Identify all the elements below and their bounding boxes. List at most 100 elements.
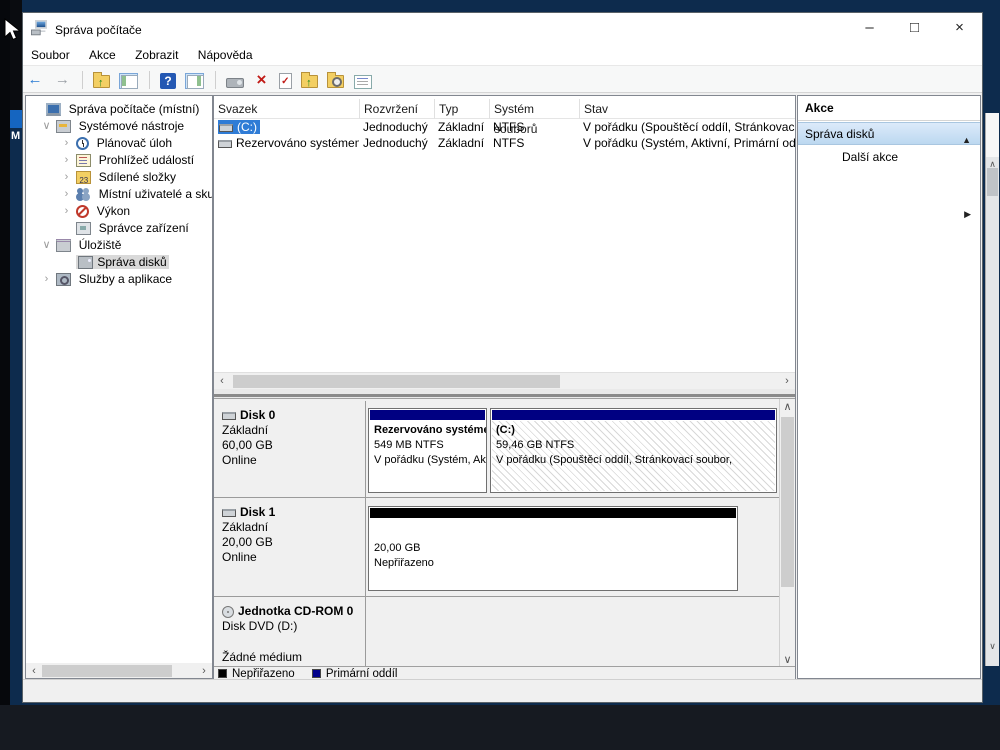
chevron-right-icon[interactable]: › xyxy=(60,169,73,186)
tree-item-disk-management[interactable]: Správa disků xyxy=(26,254,212,271)
splitter-handle xyxy=(214,394,795,397)
taskbar: e ›_ ∧ 20:36 20.03.2020 1 xyxy=(0,705,1000,750)
partition-system-reserved[interactable]: Rezervováno systémem 549 MB NTFS V pořád… xyxy=(368,408,487,493)
disk-icon xyxy=(222,509,236,517)
partition-size: 20,00 GB xyxy=(374,541,737,556)
cdrom-header[interactable]: Jednotka CD-ROM 0 Disk DVD (D:) Žádné mé… xyxy=(214,597,366,666)
toggle-console-tree-button[interactable] xyxy=(119,73,138,89)
more-actions-label: Další akce xyxy=(842,150,898,164)
menu-view[interactable]: Zobrazit xyxy=(127,46,186,64)
chevron-down-icon[interactable]: ∨ xyxy=(40,118,53,135)
device-manager-icon xyxy=(76,222,91,235)
column-header-volume[interactable]: Svazek xyxy=(214,99,359,119)
tree-horizontal-scrollbar[interactable]: ‹ › xyxy=(26,663,212,679)
tree-item-shared-folders[interactable]: › Sdílené složky xyxy=(26,169,212,186)
desktop: M ∧ ∨ Správa počítače – □ × Soubor Akce … xyxy=(0,0,1000,750)
chevron-right-icon[interactable]: › xyxy=(60,203,73,220)
chevron-right-icon[interactable]: › xyxy=(60,135,73,152)
partition-status: Nepřiřazeno xyxy=(374,556,737,571)
tree-item-local-users-groups[interactable]: › Místní uživatelé a skupiny xyxy=(26,186,212,203)
tree-item-task-scheduler[interactable]: › Plánovač úloh xyxy=(26,135,212,152)
back-button[interactable]: ← xyxy=(26,70,44,90)
pane-splitter[interactable] xyxy=(214,389,795,398)
search-button[interactable] xyxy=(327,75,344,88)
column-header-status[interactable]: Stav xyxy=(579,99,795,119)
tree-item-label: Prohlížeč událostí xyxy=(99,153,194,167)
submenu-arrow-icon[interactable]: ▶ xyxy=(964,204,971,225)
help-button[interactable]: ? xyxy=(160,73,176,89)
disk-kind: Základní xyxy=(222,423,365,438)
scrollbar-thumb[interactable] xyxy=(987,168,998,196)
scrollbar-thumb[interactable] xyxy=(42,665,172,677)
tree-item-label: Úložiště xyxy=(79,238,122,252)
partition-status: V pořádku (Spouštěcí oddíl, Stránkovací … xyxy=(496,453,776,468)
maximize-button[interactable]: □ xyxy=(892,13,937,45)
column-header-filesystem[interactable]: Systém souborů xyxy=(489,99,579,119)
scrollbar-thumb[interactable] xyxy=(233,375,560,388)
chevron-right-icon[interactable]: › xyxy=(60,152,73,169)
scrollbar-thumb[interactable] xyxy=(781,417,794,587)
disk-status: Online xyxy=(222,453,365,468)
scroll-down-icon[interactable]: ∨ xyxy=(780,652,795,666)
minimize-button[interactable]: – xyxy=(847,13,892,45)
title-bar[interactable]: Správa počítače – □ × xyxy=(23,13,982,46)
partition-unallocated[interactable]: 20,00 GB Nepřiřazeno xyxy=(368,506,738,591)
tree-item-label: Správa počítače (místní) xyxy=(69,102,200,116)
background-window-edge xyxy=(0,0,10,705)
volume-layout: Jednoduchý xyxy=(359,135,434,151)
column-header-type[interactable]: Typ xyxy=(434,99,489,119)
tree-item-label: Výkon xyxy=(97,204,130,218)
tree-item-label-selected: Správa disků xyxy=(97,255,166,269)
delete-volume-button[interactable]: × xyxy=(253,70,269,90)
up-level-button[interactable] xyxy=(93,75,110,88)
toolbar: ← → ? × ✓ xyxy=(23,65,982,93)
tree-item-performance[interactable]: › Výkon xyxy=(26,203,212,220)
disk1-header[interactable]: Disk 1 Základní 20,00 GB Online xyxy=(214,498,366,596)
import-button[interactable] xyxy=(301,75,318,88)
desktop-icon-fragment[interactable] xyxy=(10,110,22,128)
tree-item-system-tools[interactable]: ∨ Systémové nástroje xyxy=(26,118,212,135)
tree-item-storage[interactable]: ∨ Úložiště xyxy=(26,237,212,254)
disk-graph-vertical-scrollbar[interactable]: ∧ ∨ xyxy=(779,399,795,666)
scroll-right-icon[interactable]: › xyxy=(198,663,210,679)
menu-file[interactable]: Soubor xyxy=(23,46,78,64)
forward-button[interactable]: → xyxy=(53,70,71,90)
scroll-right-icon[interactable]: › xyxy=(781,373,793,389)
chevron-right-icon[interactable]: › xyxy=(40,271,53,288)
volume-name: Rezervováno systémem xyxy=(236,136,359,150)
volume-name: (C:) xyxy=(237,120,257,134)
cdrom-row: Jednotka CD-ROM 0 Disk DVD (D:) Žádné mé… xyxy=(214,597,779,666)
properties-button[interactable] xyxy=(354,75,372,89)
toolbar-separator xyxy=(215,71,216,89)
tree-item-event-viewer[interactable]: › Prohlížeč událostí xyxy=(26,152,212,169)
disk0-header[interactable]: Disk 0 Základní 60,00 GB Online xyxy=(214,401,366,497)
volume-horizontal-scrollbar[interactable]: ‹ › xyxy=(214,372,795,389)
chevron-right-icon[interactable]: › xyxy=(60,186,73,203)
toggle-action-pane-button[interactable] xyxy=(185,73,204,89)
column-header-layout[interactable]: Rozvržení xyxy=(359,99,434,119)
scroll-up-icon[interactable]: ∧ xyxy=(780,399,795,414)
menu-help[interactable]: Nápověda xyxy=(190,46,261,64)
disk-size: 20,00 GB xyxy=(222,535,365,550)
partition-size: 549 MB NTFS xyxy=(374,438,486,453)
scroll-down-icon[interactable]: ∨ xyxy=(986,641,999,652)
scroll-left-icon[interactable]: ‹ xyxy=(216,373,228,389)
scroll-left-icon[interactable]: ‹ xyxy=(28,663,40,679)
actions-section-disk-management[interactable]: Správa disků ▲ xyxy=(798,122,980,145)
tree-item-services-applications[interactable]: › Služby a aplikace xyxy=(26,271,212,288)
tree-item-device-manager[interactable]: Správce zařízení xyxy=(26,220,212,237)
performance-icon xyxy=(76,205,89,218)
check-volume-button[interactable]: ✓ xyxy=(279,73,292,89)
menu-action[interactable]: Akce xyxy=(81,46,124,64)
partition-c-selected[interactable]: (C:) 59,46 GB NTFS V pořádku (Spouštěcí … xyxy=(490,408,777,493)
close-button[interactable]: × xyxy=(937,13,982,45)
background-window-scrollbar[interactable]: ∧ ∨ xyxy=(985,113,999,666)
volume-filesystem: NTFS xyxy=(489,135,579,151)
disk-name: Jednotka CD-ROM 0 xyxy=(238,604,353,618)
chevron-down-icon[interactable]: ∨ xyxy=(40,237,53,254)
disk-tool-button[interactable] xyxy=(226,78,244,88)
more-actions-item[interactable]: Další akce ▶ xyxy=(798,147,980,168)
cd-rom-icon xyxy=(222,606,234,618)
computer-management-window: Správa počítače – □ × Soubor Akce Zobraz… xyxy=(22,12,983,703)
tree-item-computer-management[interactable]: Správa počítače (místní) xyxy=(26,101,212,118)
